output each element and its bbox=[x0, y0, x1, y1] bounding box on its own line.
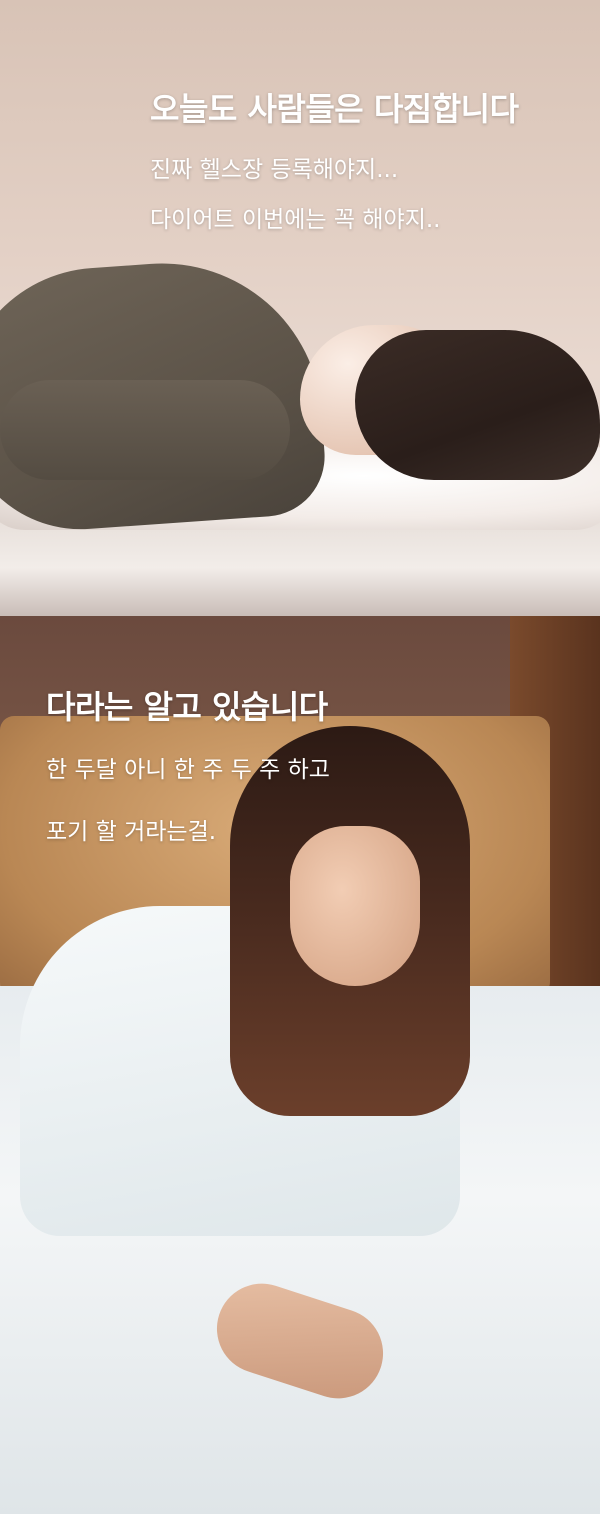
floor bbox=[0, 520, 600, 616]
section1-headline: 오늘도 사람들은 다짐합니다 bbox=[150, 90, 519, 128]
photo-section-resolution: 오늘도 사람들은 다짐합니다 진짜 헬스장 등록해야지... 다이어트 이번에는… bbox=[0, 0, 600, 616]
photo-section-knowing: 다라는 알고 있습니다 한 두달 아니 한 주 두 주 하고 포기 할 거라는걸… bbox=[0, 616, 600, 1514]
person-arm bbox=[0, 380, 290, 480]
section1-line-2: 다이어트 이번에는 꼭 해야지.. bbox=[150, 207, 441, 233]
person-face bbox=[290, 826, 420, 986]
person-hair bbox=[355, 330, 600, 480]
section1-line-1: 진짜 헬스장 등록해야지... bbox=[150, 157, 399, 183]
section2-line-2: 포기 할 거라는걸. bbox=[46, 819, 217, 845]
section2-headline: 다라는 알고 있습니다 bbox=[46, 688, 328, 726]
section2-line-1: 한 두달 아니 한 주 두 주 하고 bbox=[46, 757, 330, 783]
